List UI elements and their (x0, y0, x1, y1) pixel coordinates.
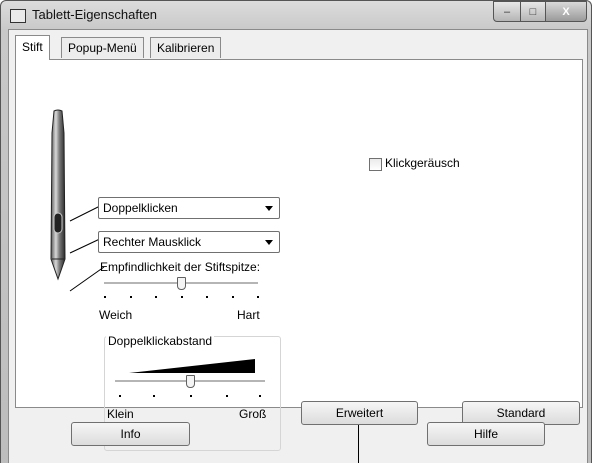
click-sound-checkbox[interactable] (369, 158, 382, 171)
tick-mark (257, 296, 259, 298)
dialog-body: Stift Popup-Menü Kalibrieren Doppelklick… (8, 29, 588, 463)
app-icon (10, 9, 26, 23)
double-click-distance-min-label: Klein (107, 407, 134, 421)
double-click-distance-label: Doppelklickabstand (106, 334, 215, 348)
click-sound-label[interactable]: Klickgeräusch (385, 156, 460, 170)
tick-mark (206, 296, 208, 298)
minimize-button[interactable]: – (493, 1, 521, 22)
tip-sensitivity-label: Empfindlichkeit der Stiftspitze: (100, 260, 261, 274)
tab-panel-stift: Doppelklicken Rechter Mausklick Empfindl… (15, 59, 583, 451)
tick-mark (155, 296, 157, 298)
tick-mark (259, 395, 261, 397)
distance-wedge-icon (129, 359, 255, 373)
tab-kalibrieren[interactable]: Kalibrieren (150, 37, 222, 58)
tip-sensitivity-min-label: Weich (99, 308, 133, 322)
help-button[interactable]: Hilfe (427, 422, 545, 446)
advanced-button[interactable]: Erweitert (301, 401, 418, 425)
tablet-properties-window: Tablett-Eigenschaften – □ X Stift Popup-… (0, 0, 592, 463)
chevron-down-icon (265, 240, 273, 245)
tick-mark (226, 395, 228, 397)
tick-mark (190, 395, 192, 397)
upper-button-select[interactable]: Doppelklicken (98, 197, 280, 219)
maximize-button[interactable]: □ (520, 1, 546, 22)
info-button[interactable]: Info (71, 422, 190, 446)
tip-sensitivity-slider[interactable] (177, 277, 186, 290)
tick-mark (130, 296, 132, 298)
window-controls: – □ X (493, 1, 587, 22)
tick-mark (181, 296, 183, 298)
close-button[interactable]: X (545, 1, 587, 22)
lower-button-value: Rechter Mausklick (103, 235, 202, 249)
double-click-distance-slider[interactable] (186, 375, 195, 388)
tick-mark (104, 296, 106, 298)
tick-mark (232, 296, 234, 298)
chevron-down-icon (265, 206, 273, 211)
tip-sensitivity-max-label: Hart (237, 308, 260, 322)
minimize-icon: – (503, 5, 511, 18)
tick-mark (153, 395, 155, 397)
close-icon: X (562, 5, 570, 18)
lower-button-select[interactable]: Rechter Mausklick (98, 231, 280, 253)
title-bar: Tablett-Eigenschaften – □ X (1, 1, 591, 29)
double-click-distance-max-label: Groß (239, 407, 267, 421)
upper-button-value: Doppelklicken (103, 201, 178, 215)
tick-mark (119, 395, 121, 397)
window-title: Tablett-Eigenschaften (32, 7, 158, 22)
tab-popup-menu[interactable]: Popup-Menü (61, 37, 144, 58)
maximize-icon: □ (529, 5, 537, 18)
callout-line (358, 425, 359, 463)
tab-stift[interactable]: Stift (15, 35, 50, 60)
